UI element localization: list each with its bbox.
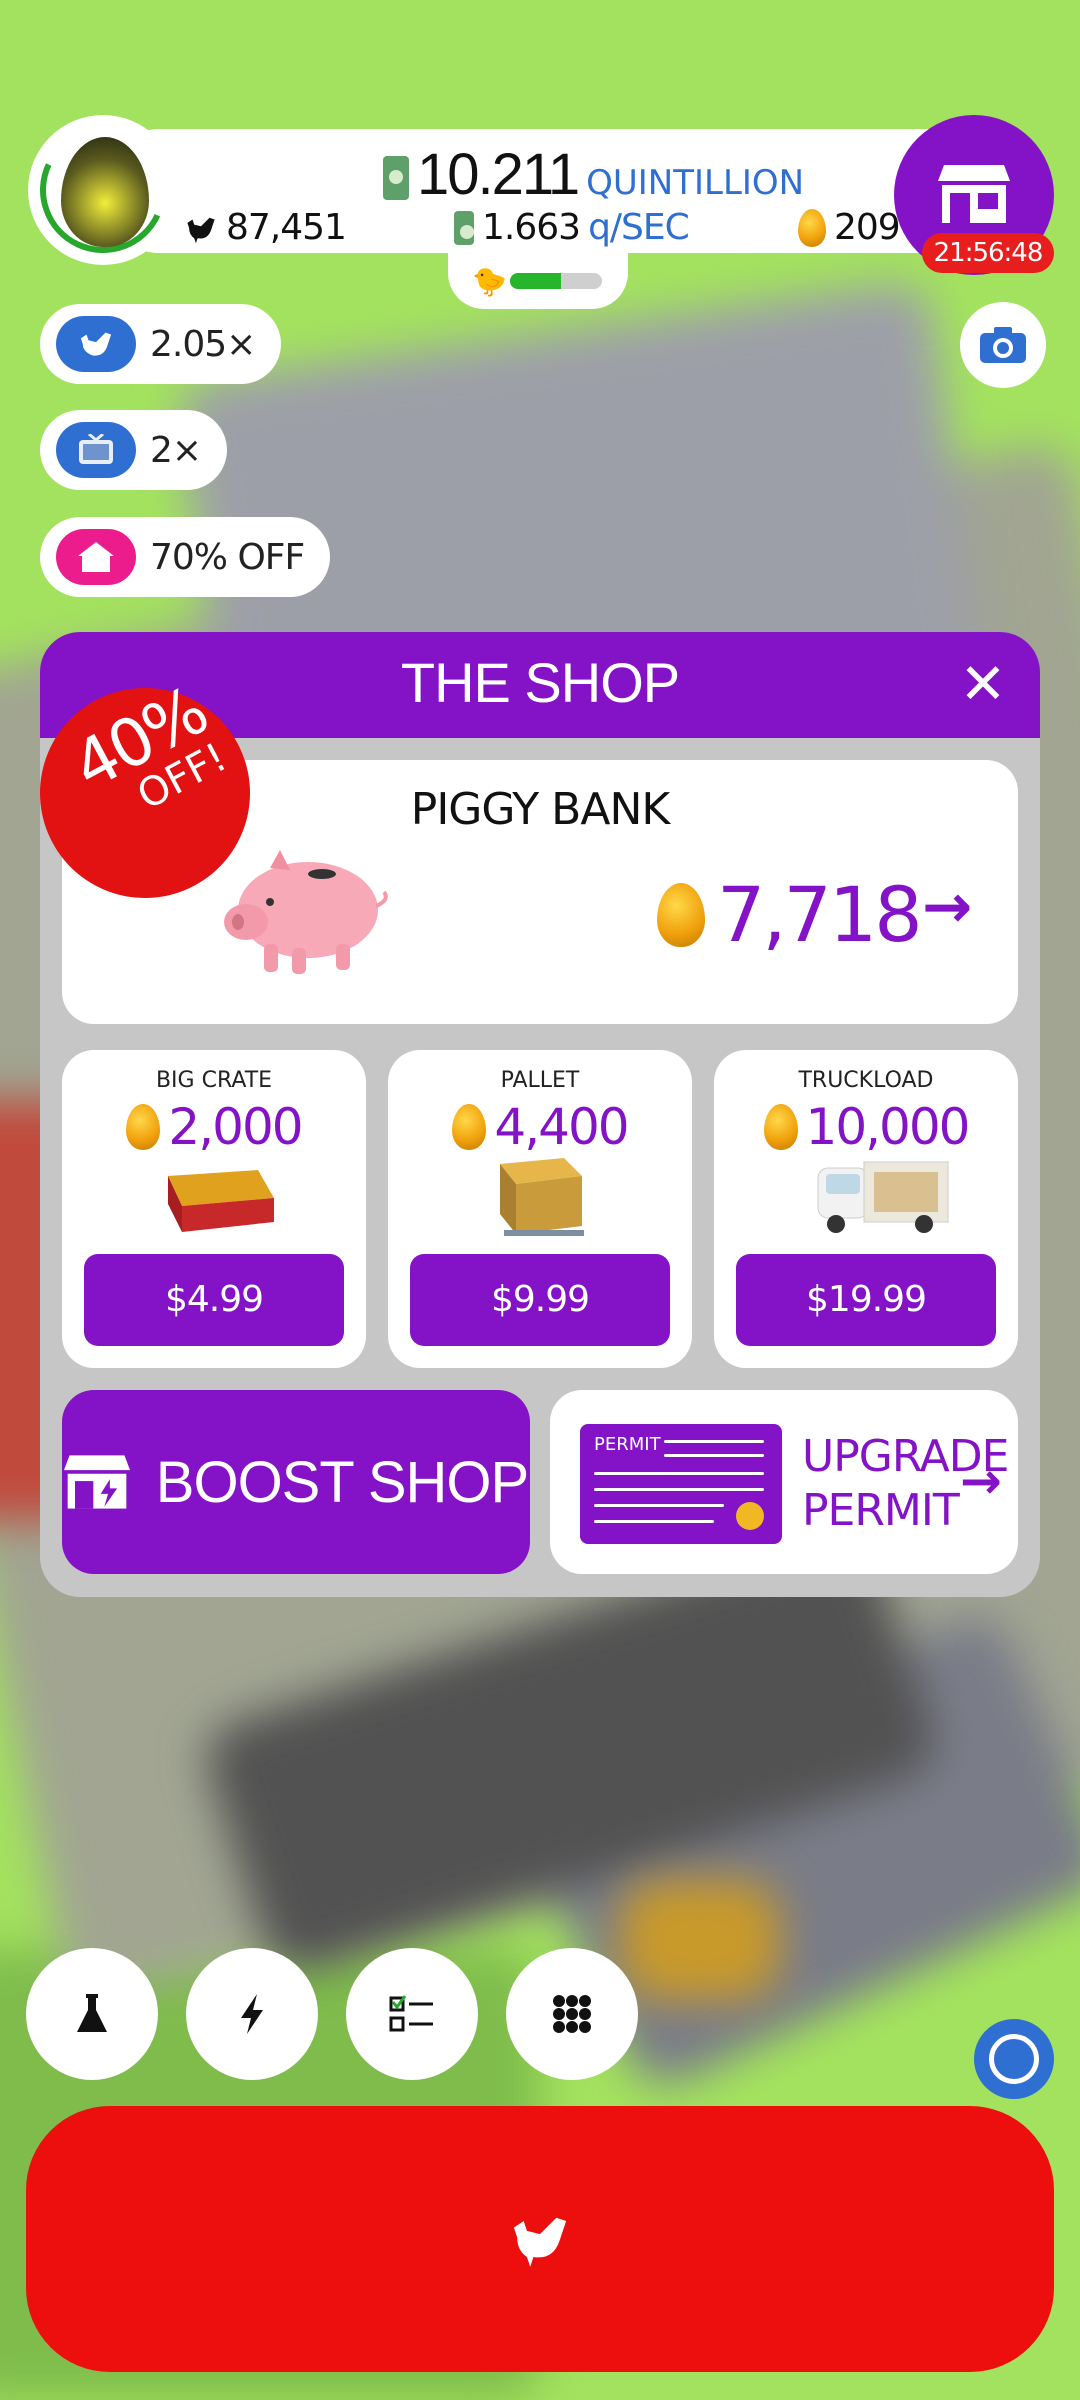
shop-panel: THE SHOP ✕ PIGGY BANK 7,718 → 40% OFF! B…: [40, 632, 1040, 1597]
chicken-boost-label: 2.05×: [150, 323, 256, 365]
shop-icon: [938, 165, 1010, 223]
item-egg-value: 4,400: [494, 1098, 629, 1156]
grid-icon: [553, 1995, 591, 2033]
chicken-count-value: 87,451: [226, 207, 347, 248]
item-name: TRUCKLOAD: [798, 1068, 934, 1093]
progress-track: [510, 273, 602, 289]
chicken-count: 87,451: [184, 207, 347, 248]
circle-button[interactable]: [974, 2019, 1054, 2099]
missions-button[interactable]: [346, 1948, 478, 2080]
video-boost-chip[interactable]: 2×: [40, 410, 228, 490]
chicken-icon: [56, 316, 136, 372]
item-name: BIG CRATE: [155, 1068, 273, 1093]
menu-button[interactable]: [506, 1948, 638, 2080]
golden-egg-icon: [798, 208, 826, 247]
shop-item-big-crate[interactable]: BIG CRATE 2,000 $4.99: [62, 1050, 366, 1368]
crate-image: [168, 1170, 274, 1232]
discount-boost-chip[interactable]: 70% OFF: [40, 517, 331, 597]
shop-item-pallet[interactable]: PALLET 4,400 $9.99: [388, 1050, 692, 1368]
shop-timer: 21:56:48: [922, 233, 1054, 273]
money-unit: QUINTILLION: [586, 163, 805, 203]
chicken-icon: [513, 2217, 567, 2267]
item-name: PALLET: [500, 1068, 580, 1093]
golden-egg-icon: [126, 1104, 161, 1150]
hatch-chicken-button[interactable]: [26, 2106, 1054, 2372]
money-display: 10.211 QUINTILLION: [383, 141, 804, 208]
boost-shop-button[interactable]: BOOST SHOP: [62, 1390, 530, 1574]
featured-item-price: 7,718: [657, 870, 923, 959]
top-hud: 10.211 QUINTILLION 87,451 1.663 q/SEC 20…: [22, 109, 1054, 309]
item-egg-price: 4,400: [388, 1098, 692, 1156]
egg-avatar[interactable]: [22, 109, 184, 271]
featured-price-value: 7,718: [717, 870, 923, 959]
upgrade-permit-button[interactable]: PERMIT UPGRADE PERMIT →: [550, 1390, 1018, 1574]
golden-egg-icon: [452, 1104, 487, 1150]
item-egg-value: 10,000: [805, 1098, 971, 1156]
item-egg-price: 2,000: [62, 1098, 366, 1156]
flask-icon: [77, 1994, 107, 2032]
item-egg-value: 2,000: [168, 1098, 303, 1156]
lightning-icon: [241, 1994, 263, 2034]
rate-value: 1.663: [482, 207, 581, 248]
chicken-boost-chip[interactable]: 2.05×: [40, 304, 282, 384]
arrow-right-icon[interactable]: →: [922, 872, 972, 942]
research-button[interactable]: [26, 1948, 158, 2080]
permit-card-label: PERMIT: [594, 1434, 661, 1455]
arrow-right-icon: →: [960, 1452, 1002, 1510]
buy-button-big-crate[interactable]: $4.99: [84, 1254, 344, 1346]
boosts-button[interactable]: [186, 1948, 318, 2080]
buy-button-truckload[interactable]: $19.99: [736, 1254, 996, 1346]
buy-button-pallet[interactable]: $9.99: [410, 1254, 670, 1346]
checklist-icon: [389, 1995, 433, 2032]
money-value: 10.211: [417, 142, 580, 207]
cash-icon: [383, 156, 409, 200]
permit-card-icon: PERMIT: [580, 1424, 782, 1544]
chick-icon: 🐤: [472, 265, 507, 298]
boost-shop-label: BOOST SHOP: [155, 1449, 529, 1515]
rate-unit: q/SEC: [588, 207, 690, 248]
truck-image: [817, 1161, 949, 1233]
close-icon[interactable]: ✕: [958, 657, 1008, 713]
ring-icon: [989, 2034, 1039, 2084]
golden-egg-icon: [657, 882, 705, 947]
video-boost-label: 2×: [150, 429, 202, 471]
seal-icon: [736, 1502, 764, 1530]
golden-egg-value: 209: [834, 207, 901, 248]
pallet-image: [500, 1158, 584, 1236]
house-icon: [56, 529, 136, 585]
golden-egg-icon: [763, 1104, 798, 1150]
discount-boost-label: 70% OFF: [150, 536, 305, 578]
piggy-bank-image: [224, 850, 388, 974]
cash-icon: [454, 210, 474, 245]
camera-icon: [980, 327, 1026, 363]
camera-button[interactable]: [960, 302, 1046, 388]
shop-icon: [63, 1455, 130, 1509]
item-egg-price: 10,000: [714, 1098, 1018, 1156]
golden-egg-count: 209: [798, 207, 901, 248]
earn-rate: 1.663 q/SEC: [454, 207, 690, 248]
shop-item-truckload[interactable]: TRUCKLOAD 10,000 $19.99: [714, 1050, 1018, 1368]
chicken-icon: [187, 217, 215, 243]
tv-icon: [56, 422, 136, 478]
progress-fill: [510, 273, 561, 289]
chicken-progress: 🐤: [448, 253, 628, 309]
